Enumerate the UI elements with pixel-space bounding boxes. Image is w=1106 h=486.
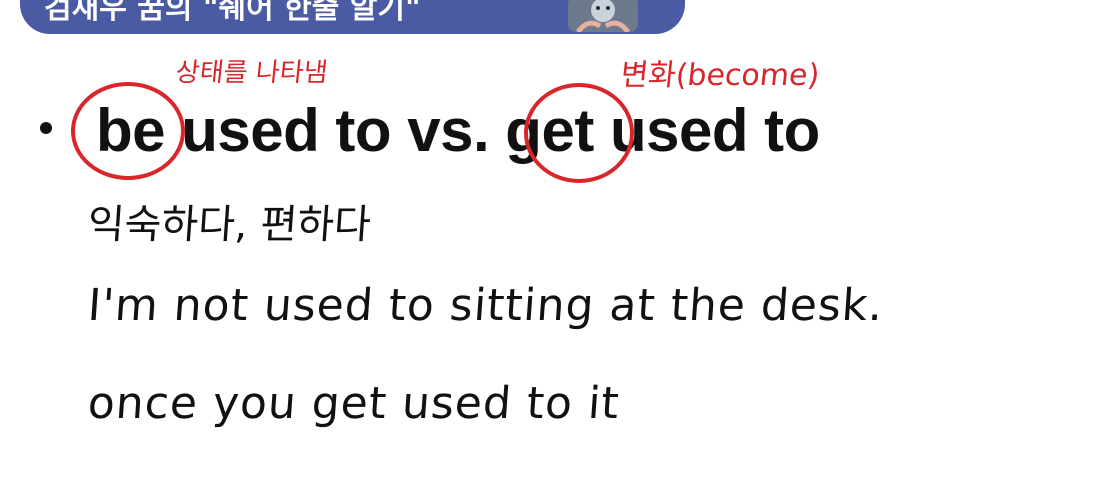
word-get: get	[505, 97, 594, 164]
word-be: be	[96, 97, 166, 164]
bullet-point	[40, 122, 52, 134]
be-annotation: 상태를 나타냄	[174, 58, 330, 88]
character-illustration	[568, 0, 638, 32]
get-annotation: 변화(become)	[618, 58, 822, 93]
text-used-to-vs: used to vs.	[181, 97, 490, 164]
text-used-to: used to	[609, 97, 820, 164]
main-phrase: be used to vs. get used to	[96, 96, 820, 165]
example-sentence-1: I'm not used to sitting at the desk.	[86, 280, 886, 331]
header-title: 검새우 꿈의 "쉐어 한줄 알기"	[44, 0, 421, 26]
meaning-note: 익숙하다, 편하다	[86, 202, 373, 248]
example-sentence-2: once you get used to it	[86, 378, 622, 429]
